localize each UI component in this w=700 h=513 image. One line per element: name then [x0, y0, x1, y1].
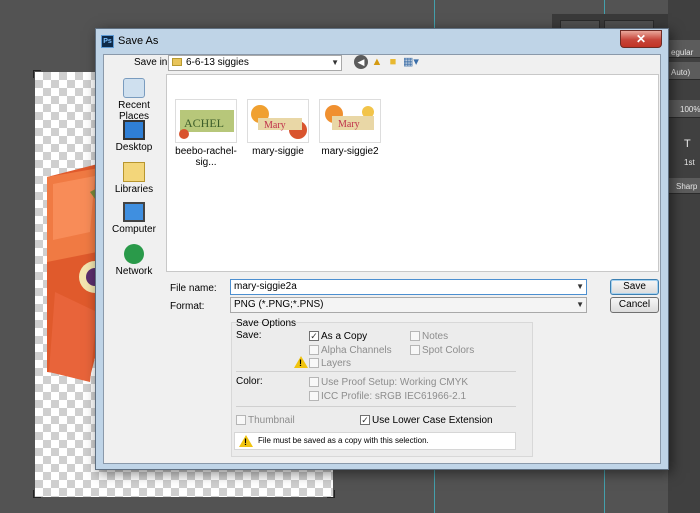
format-value: PNG (*.PNG;*.PNS) [234, 299, 324, 310]
crop-handle[interactable] [327, 490, 335, 498]
warning-exclamation: ! [244, 437, 247, 447]
up-folder-icon[interactable]: ▲ [370, 55, 384, 69]
desktop-icon [123, 120, 145, 140]
file-name-label: File name: [170, 283, 217, 294]
file-thumbnail: Mary [247, 99, 309, 143]
lower-case-extension-label: Use Lower Case Extension [372, 415, 493, 426]
place-label: Network [115, 266, 153, 277]
svg-text:ACHEL: ACHEL [184, 116, 224, 130]
place-label: Libraries [114, 184, 154, 195]
alpha-channels-checkbox[interactable] [309, 345, 319, 355]
places-bar: Recent Places Desktop Libraries Computer… [104, 76, 164, 308]
file-name-text: mary-siggie2 [321, 146, 379, 157]
file-item[interactable]: Mary mary-siggie2 [315, 99, 385, 157]
as-copy-label: As a Copy [321, 331, 368, 342]
spot-colors-checkbox[interactable] [410, 345, 420, 355]
place-desktop[interactable]: Desktop [102, 120, 166, 153]
file-item[interactable]: ACHEL beebo-rachel-sig... [171, 99, 241, 168]
save-button[interactable]: Save [610, 279, 659, 295]
chevron-down-icon[interactable]: ▼ [576, 280, 584, 294]
format-label: Format: [170, 301, 205, 312]
svg-text:Mary: Mary [264, 120, 286, 131]
text-style-icon[interactable]: T [684, 138, 691, 150]
scale-text: 100% [680, 105, 700, 114]
place-network[interactable]: Network [102, 244, 166, 277]
network-icon [124, 244, 144, 264]
notes-label: Notes [422, 331, 449, 342]
font-style-text: egular [671, 48, 694, 57]
alpha-channels-label: Alpha Channels [321, 345, 392, 356]
libraries-icon [123, 162, 145, 182]
notes-checkbox[interactable] [410, 331, 420, 341]
file-name-text: mary-siggie [252, 146, 304, 157]
spot-colors-label: Spot Colors [422, 345, 475, 356]
crop-handle[interactable] [33, 490, 41, 498]
file-list[interactable]: ACHEL beebo-rachel-sig... Mary mary-sigg… [166, 74, 659, 272]
use-proof-setup-checkbox[interactable] [309, 377, 319, 387]
crop-handle[interactable] [33, 70, 41, 78]
photoshop-icon: Ps [101, 35, 114, 48]
recent-places-icon [123, 78, 145, 98]
folder-icon [172, 58, 182, 66]
format-dropdown[interactable]: PNG (*.PNG;*.PNS) ▼ [230, 297, 587, 313]
file-name-text: beebo-rachel-sig... [175, 146, 237, 168]
divider [236, 406, 516, 407]
divider [236, 371, 516, 372]
computer-icon [123, 202, 145, 222]
warning-exclamation: ! [299, 358, 302, 368]
save-in-label: Save in: [134, 57, 171, 68]
chevron-down-icon: ▼ [331, 58, 339, 67]
thumbnail-checkbox[interactable] [236, 415, 246, 425]
save-label: Save: [236, 330, 262, 341]
character-panel: egular Auto) 100% T 1st Sharp [668, 0, 700, 513]
warning-text: File must be saved as a copy with this s… [258, 436, 429, 445]
antialias-text[interactable]: Sharp [676, 182, 697, 191]
save-in-dropdown[interactable]: 6-6-13 siggies ▼ [168, 55, 342, 71]
place-recent-places[interactable]: Recent Places [102, 78, 166, 122]
view-menu-icon[interactable]: ▦▾ [402, 55, 420, 69]
icc-profile-label: ICC Profile: sRGB IEC61966-2.1 [321, 391, 467, 402]
file-name-input[interactable]: mary-siggie2a ▼ [230, 279, 587, 295]
color-label: Color: [236, 376, 263, 387]
place-computer[interactable]: Computer [102, 202, 166, 235]
thumbnail-label: Thumbnail [248, 415, 295, 426]
file-thumbnail: ACHEL [175, 99, 237, 143]
chevron-down-icon: ▼ [576, 300, 584, 309]
cancel-button[interactable]: Cancel [610, 297, 659, 313]
file-name-value: mary-siggie2a [234, 281, 297, 292]
file-thumbnail: Mary [319, 99, 381, 143]
file-item[interactable]: Mary mary-siggie [243, 99, 313, 157]
use-proof-setup-label: Use Proof Setup: Working CMYK [321, 377, 469, 388]
place-libraries[interactable]: Libraries [102, 162, 166, 195]
layers-label: Layers [321, 358, 352, 369]
icc-profile-checkbox[interactable] [309, 391, 319, 401]
place-label: Desktop [115, 142, 153, 153]
title-bar[interactable]: Ps Save As ✕ [96, 29, 668, 54]
layers-checkbox[interactable] [309, 358, 319, 368]
place-label: Computer [112, 224, 156, 235]
close-button[interactable]: ✕ [620, 30, 662, 48]
save-in-value: 6-6-13 siggies [186, 57, 249, 68]
dialog-title: Save As [118, 35, 159, 47]
place-label: Recent Places [118, 100, 150, 122]
new-folder-icon[interactable]: ■ [386, 55, 400, 69]
leading-text: Auto) [671, 68, 691, 77]
save-options-header: Save Options [236, 318, 297, 329]
back-icon[interactable]: ◀ [354, 55, 368, 69]
svg-text:Mary: Mary [338, 119, 360, 130]
as-copy-checkbox[interactable]: ✓ [309, 331, 319, 341]
ordinal-text[interactable]: 1st [684, 158, 695, 167]
lower-case-extension-checkbox[interactable]: ✓ [360, 415, 370, 425]
